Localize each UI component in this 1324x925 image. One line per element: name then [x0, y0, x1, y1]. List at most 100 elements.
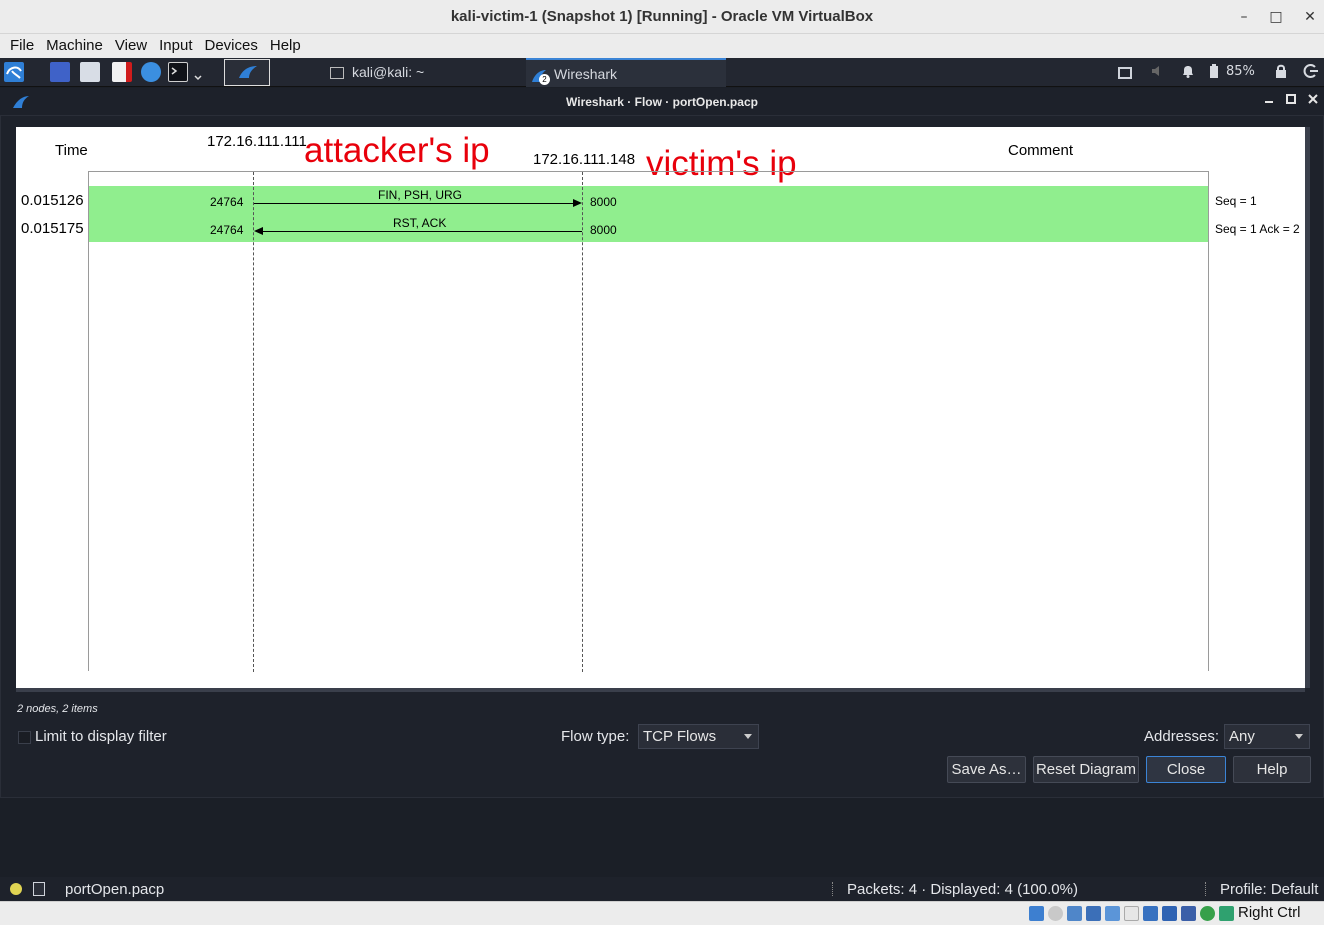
- menu-file[interactable]: File: [4, 34, 40, 58]
- status-packets: Packets: 4 · Displayed: 4 (100.0%): [847, 881, 1078, 898]
- addresses-select[interactable]: Any: [1224, 724, 1310, 749]
- row-comment: Seq = 1 Ack = 2: [1215, 222, 1300, 236]
- kali-panel: kali@kali: ~ 2 Wireshark 85%: [0, 58, 1324, 87]
- row-port-a: 24764: [210, 223, 244, 237]
- vertical-scrollbar[interactable]: [1305, 127, 1310, 688]
- node-a-lifeline: [253, 172, 254, 672]
- attacker-annotation: attacker's ip: [304, 131, 490, 170]
- arrow-line-left: [262, 231, 582, 232]
- status-divider: [1205, 882, 1207, 896]
- files-icon[interactable]: [80, 62, 100, 82]
- help-button[interactable]: Help: [1233, 756, 1311, 783]
- task-badge: 2: [539, 74, 550, 86]
- text-editor-icon[interactable]: [112, 62, 132, 82]
- notification-bell-icon[interactable]: [1180, 63, 1196, 81]
- shared-folder-icon[interactable]: [1124, 906, 1139, 921]
- row-port-b: 8000: [590, 195, 617, 209]
- close-button[interactable]: Close: [1146, 756, 1226, 783]
- menu-help[interactable]: Help: [264, 34, 307, 58]
- display-status-icon[interactable]: [1143, 906, 1158, 921]
- summary-text: 2 nodes, 2 items: [17, 703, 98, 715]
- capture-comment-icon[interactable]: [33, 882, 45, 896]
- status-divider: [832, 882, 834, 896]
- status-led-icon[interactable]: [10, 883, 22, 895]
- row-time: 0.015175: [21, 220, 84, 237]
- row-flags-label: RST, ACK: [393, 216, 447, 230]
- maximize-button[interactable]: □: [1265, 6, 1287, 28]
- arrowhead-right-icon: [573, 199, 582, 207]
- row-port-a: 24764: [210, 195, 244, 209]
- comment-column-header: Comment: [1008, 142, 1074, 159]
- menu-devices[interactable]: Devices: [199, 34, 264, 58]
- logout-icon[interactable]: [1303, 63, 1319, 81]
- addresses-label: Addresses:: [1144, 728, 1220, 745]
- workspace-switcher[interactable]: [224, 59, 270, 86]
- arrow-line-right: [254, 203, 574, 204]
- addresses-value: Any: [1229, 728, 1255, 745]
- network-icon[interactable]: [1086, 906, 1101, 921]
- row-time: 0.015126: [21, 192, 84, 209]
- row-comment: Seq = 1: [1215, 194, 1257, 208]
- terminal-task-icon: [330, 67, 344, 80]
- hdd-icon[interactable]: [1029, 906, 1044, 921]
- dialog-titlebar: Wireshark · Flow · portOpen.pacp: [0, 88, 1324, 115]
- host-key-label: Right Ctrl: [1238, 904, 1301, 921]
- display-icon[interactable]: [1118, 67, 1132, 79]
- minimize-button[interactable]: –: [1233, 6, 1255, 28]
- optical-drive-icon[interactable]: [1048, 906, 1063, 921]
- reset-diagram-button[interactable]: Reset Diagram: [1033, 756, 1139, 783]
- limit-filter-label[interactable]: Limit to display filter: [35, 728, 167, 745]
- volume-icon[interactable]: [1150, 63, 1166, 81]
- wireshark-statusbar: portOpen.pacp Packets: 4 · Displayed: 4 …: [0, 877, 1324, 901]
- dialog-minimize-icon[interactable]: [1262, 93, 1276, 107]
- save-as-button[interactable]: Save As…: [947, 756, 1026, 783]
- audio-icon[interactable]: [1067, 906, 1082, 921]
- task-terminal-label: kali@kali: ~: [352, 64, 425, 80]
- window-title: kali-victim-1 (Snapshot 1) [Running] - O…: [450, 8, 874, 25]
- browser-icon[interactable]: [141, 62, 161, 82]
- recording-icon[interactable]: [1162, 906, 1177, 921]
- menu-machine[interactable]: Machine: [40, 34, 109, 58]
- chevron-down-icon: [1295, 734, 1303, 739]
- horizontal-scrollbar[interactable]: [16, 688, 1305, 692]
- battery-icon[interactable]: [1208, 63, 1220, 81]
- row-flags-label: FIN, PSH, URG: [378, 188, 463, 202]
- status-file: portOpen.pacp: [65, 881, 165, 898]
- status-profile[interactable]: Profile: Default: [1220, 881, 1318, 898]
- keyboard-capture-icon[interactable]: [1219, 906, 1234, 921]
- flow-row[interactable]: [89, 186, 1208, 214]
- task-wireshark[interactable]: 2 Wireshark: [526, 58, 726, 87]
- vbox-menubar: File Machine View Input Devices Help: [0, 34, 1324, 58]
- task-wireshark-label: Wireshark: [554, 66, 618, 82]
- desktop-icon[interactable]: [50, 62, 70, 82]
- chevron-down-icon[interactable]: [193, 68, 203, 81]
- wireshark-task-icon: 2: [530, 66, 550, 86]
- chevron-down-icon: [744, 734, 752, 739]
- mouse-integration-icon[interactable]: [1200, 906, 1215, 921]
- dialog-title: Wireshark · Flow · portOpen.pacp: [566, 95, 758, 109]
- lock-icon[interactable]: [1274, 63, 1288, 81]
- battery-percent: 85%: [1226, 64, 1255, 79]
- task-terminal[interactable]: kali@kali: ~: [320, 58, 525, 87]
- usb-icon[interactable]: [1105, 906, 1120, 921]
- dialog-close-icon[interactable]: [1306, 93, 1320, 107]
- cpu-icon[interactable]: [1181, 906, 1196, 921]
- row-port-b: 8000: [590, 223, 617, 237]
- flow-type-select[interactable]: TCP Flows: [638, 724, 759, 749]
- vbox-statusbar: Right Ctrl: [0, 901, 1324, 925]
- flow-type-label: Flow type:: [561, 728, 630, 745]
- time-column-header: Time: [55, 142, 88, 159]
- flow-frame: [88, 171, 1209, 671]
- node-b-lifeline: [582, 172, 583, 672]
- limit-filter-checkbox[interactable]: [18, 731, 31, 744]
- close-window-button[interactable]: ✕: [1299, 6, 1321, 28]
- menu-view[interactable]: View: [109, 34, 153, 58]
- dialog-maximize-icon[interactable]: [1284, 93, 1298, 107]
- flow-type-value: TCP Flows: [643, 728, 717, 745]
- terminal-icon[interactable]: [168, 62, 188, 82]
- node-b-address[interactable]: 172.16.111.148: [533, 151, 635, 168]
- vbox-titlebar: kali-victim-1 (Snapshot 1) [Running] - O…: [0, 0, 1324, 34]
- kali-menu-icon[interactable]: [4, 62, 24, 82]
- menu-input[interactable]: Input: [153, 34, 198, 58]
- node-a-address[interactable]: 172.16.111.111: [207, 133, 307, 150]
